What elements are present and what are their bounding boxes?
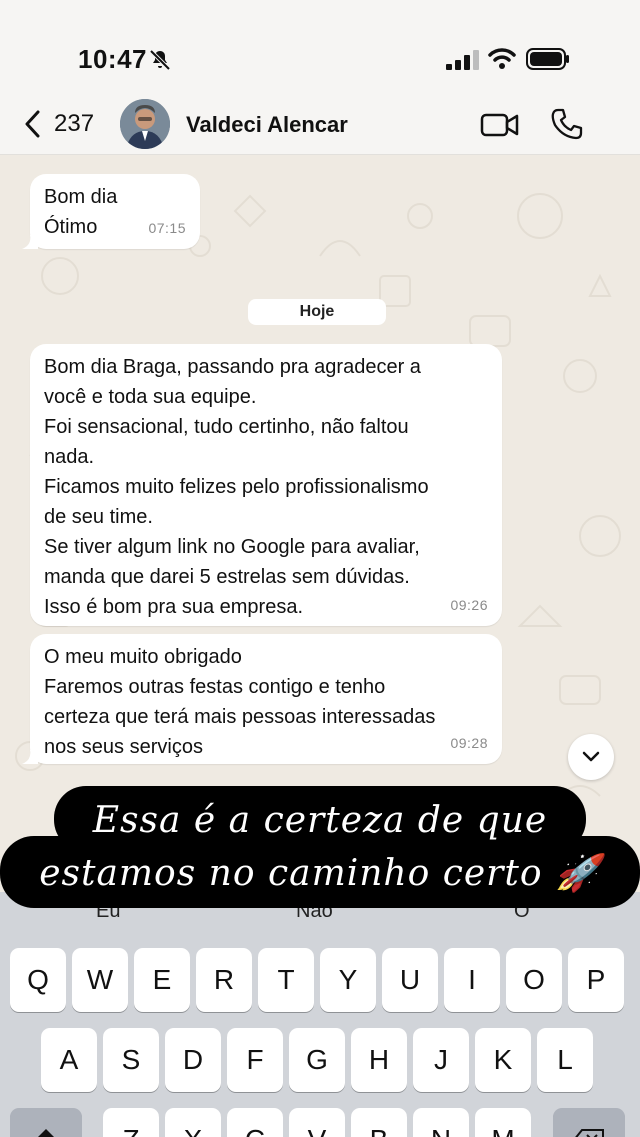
message-text: Isso é bom pra sua empresa. [44, 596, 304, 618]
key-r[interactable]: R [196, 948, 252, 1012]
message-bubble-received[interactable]: Bom dia Ótimo 07:15 [22, 174, 200, 249]
caption-line-2: estamos no caminho certo 🚀 [39, 853, 601, 894]
message-text: O meu muito obrigado [44, 646, 242, 668]
message-time: 07:15 [148, 220, 186, 236]
message-text: Foi sensacional, tudo certinho, não falt… [44, 416, 409, 438]
date-separator: Hoje [248, 299, 386, 325]
message-time: 09:26 [450, 597, 488, 613]
cellular-signal-icon [446, 50, 479, 70]
chevron-left-icon [25, 110, 40, 138]
key-i[interactable]: I [444, 948, 500, 1012]
message-text: nada. [44, 446, 95, 468]
key-j[interactable]: J [413, 1028, 469, 1092]
avatar-photo [120, 99, 170, 149]
key-l[interactable]: L [537, 1028, 593, 1092]
key-w[interactable]: W [72, 948, 128, 1012]
video-call-icon[interactable] [480, 110, 520, 140]
story-caption: Essa é a certeza de que estamos no camin… [0, 786, 640, 910]
status-time: 10:47 [78, 44, 147, 74]
key-m[interactable]: M [475, 1108, 531, 1137]
message-bubble-received[interactable]: Bom dia Braga, passando pra agradecer a … [30, 344, 502, 626]
key-f[interactable]: F [227, 1028, 283, 1092]
shift-key[interactable] [10, 1108, 82, 1137]
key-v[interactable]: V [289, 1108, 345, 1137]
status-bar: 10:47 [0, 0, 640, 95]
key-x[interactable]: X [165, 1108, 221, 1137]
key-y[interactable]: Y [320, 948, 376, 1012]
wifi-icon [488, 48, 516, 69]
message-text: Faremos outras festas contigo e tenho [44, 676, 386, 698]
key-o[interactable]: O [506, 948, 562, 1012]
key-p[interactable]: P [568, 948, 624, 1012]
key-a[interactable]: A [41, 1028, 97, 1092]
key-k[interactable]: K [475, 1028, 531, 1092]
key-z[interactable]: Z [103, 1108, 159, 1137]
avatar[interactable] [120, 99, 170, 149]
chat-header: 237 Valdeci Alencar [0, 95, 640, 155]
message-text: Bom dia Braga, passando pra agradecer a [44, 356, 421, 378]
key-n[interactable]: N [413, 1108, 469, 1137]
key-s[interactable]: S [103, 1028, 159, 1092]
message-text: de seu time. [44, 506, 153, 528]
message-text: você e toda sua equipe. [44, 386, 257, 408]
message-text: nos seus serviços [44, 736, 203, 758]
keyboard: Eu Não O Q W E R T Y U I O P A S D F G H… [0, 892, 640, 1137]
key-b[interactable]: B [351, 1108, 407, 1137]
battery-icon [526, 48, 569, 70]
backspace-icon [575, 1129, 604, 1137]
delete-key[interactable] [553, 1108, 625, 1137]
key-e[interactable]: E [134, 948, 190, 1012]
contact-name[interactable]: Valdeci Alencar [186, 112, 348, 138]
chevron-down-icon [582, 751, 600, 762]
key-u[interactable]: U [382, 948, 438, 1012]
key-t[interactable]: T [258, 948, 314, 1012]
bubble-tail [22, 750, 38, 764]
bell-muted-icon [149, 49, 171, 71]
message-text: Se tiver algum link no Google para avali… [44, 536, 420, 558]
scroll-to-bottom-button[interactable] [568, 734, 614, 780]
message-text: Bom dia [44, 186, 118, 208]
caption-line-1: Essa é a certeza de que [92, 800, 548, 841]
key-g[interactable]: G [289, 1028, 345, 1092]
key-d[interactable]: D [165, 1028, 221, 1092]
key-c[interactable]: C [227, 1108, 283, 1137]
message-text: manda que darei 5 estrelas sem dúvidas. [44, 566, 410, 588]
bubble-tail [22, 235, 38, 249]
message-text: certeza que terá mais pessoas interessad… [44, 706, 436, 728]
back-button[interactable]: 237 [22, 109, 94, 139]
key-q[interactable]: Q [10, 948, 66, 1012]
unread-count: 237 [54, 110, 95, 137]
message-bubble-received[interactable]: O meu muito obrigado Faremos outras fest… [22, 634, 502, 764]
phone-call-icon[interactable] [550, 107, 584, 141]
message-text: Ficamos muito felizes pelo profissionali… [44, 476, 429, 498]
message-time: 09:28 [450, 735, 488, 751]
shift-arrow-icon [38, 1129, 54, 1137]
key-h[interactable]: H [351, 1028, 407, 1092]
